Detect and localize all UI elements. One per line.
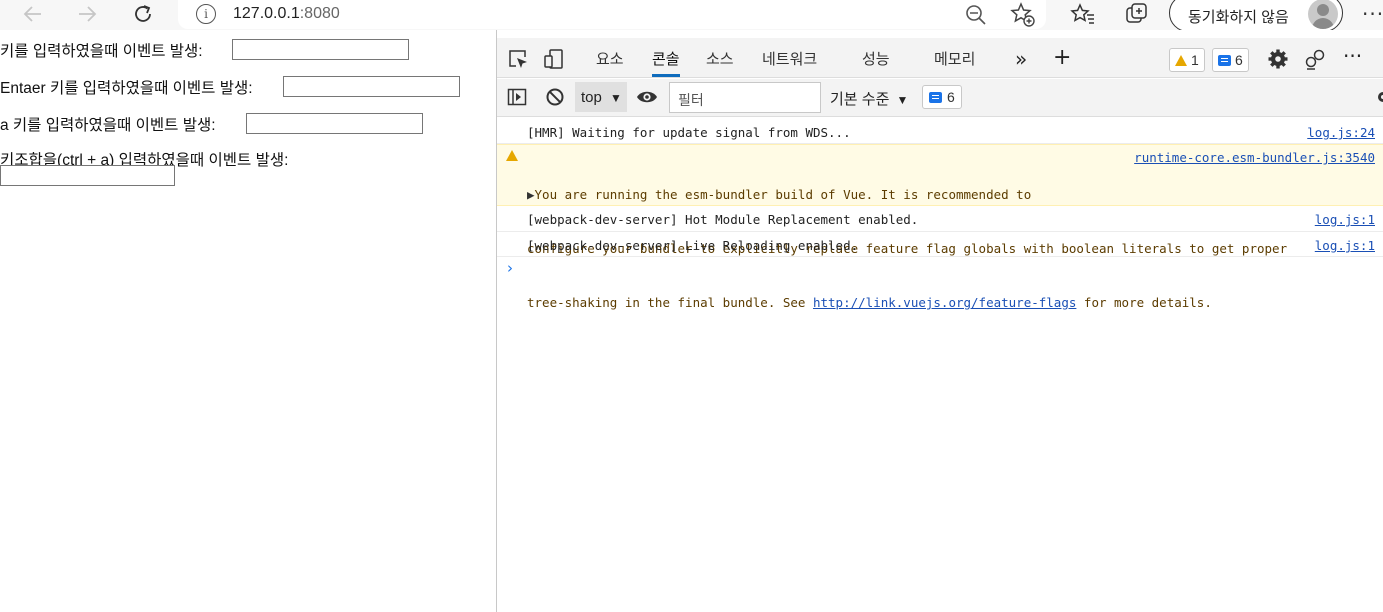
ctrl-a-input[interactable] — [0, 165, 175, 186]
devtools-more-icon[interactable]: ··· — [1343, 44, 1362, 68]
log-message: [webpack-dev-server] Live Reloading enab… — [527, 238, 859, 253]
inspect-element-icon[interactable] — [507, 48, 529, 74]
log-level-select[interactable]: 기본 수준 ▼ — [830, 88, 908, 109]
back-arrow-icon[interactable] — [18, 0, 48, 28]
live-expression-eye-icon[interactable] — [636, 87, 658, 111]
url-text[interactable]: 127.0.0.1:8080 — [233, 5, 340, 23]
log-message: [HMR] Waiting for update signal from WDS… — [527, 125, 851, 140]
active-tab-indicator — [652, 74, 680, 77]
site-info-icon[interactable]: i — [196, 4, 216, 24]
sync-label: 동기화하지 않음 — [1188, 9, 1289, 26]
message-badge[interactable]: 6 — [1212, 48, 1249, 72]
any-key-input[interactable] — [232, 39, 409, 60]
page-content: 키를 입력하였을때 이벤트 발생: Entaer 키를 입력하였을때 이벤트 발… — [0, 30, 496, 612]
message-count: 6 — [1235, 52, 1243, 68]
message-icon — [1218, 54, 1231, 66]
tab-network[interactable]: 네트워크 — [762, 48, 817, 69]
add-favorite-icon[interactable] — [1010, 2, 1035, 27]
warning-icon — [1175, 54, 1187, 66]
favorites-icon[interactable] — [1070, 2, 1094, 26]
zoom-out-icon[interactable] — [964, 3, 988, 27]
avatar — [1308, 0, 1338, 29]
dropdown-arrow-icon: ▼ — [610, 91, 622, 105]
issues-count: 6 — [947, 89, 955, 105]
enter-key-input[interactable] — [283, 76, 460, 97]
more-tabs-chevron-icon[interactable]: » — [1015, 47, 1027, 71]
console-prompt-chevron-icon[interactable]: › — [507, 259, 513, 277]
collections-icon[interactable] — [1124, 2, 1148, 26]
expand-triangle-icon[interactable]: ▶ — [527, 187, 535, 202]
console-toolbar: top ▼ 필터 기본 수준 ▼ 6 — [497, 79, 1383, 117]
feature-flags-link[interactable]: http://link.vuejs.org/feature-flags — [813, 295, 1076, 310]
device-toolbar-icon[interactable] — [543, 48, 565, 74]
warning-line-3-pre: tree-shaking in the final bundle. See — [527, 295, 813, 310]
forward-arrow-icon[interactable] — [72, 0, 102, 28]
log-source-link[interactable]: log.js:24 — [1307, 125, 1375, 140]
warning-line-3-post: for more details. — [1076, 295, 1212, 310]
warning-line-1: You are running the esm-bundler build of… — [534, 187, 1032, 202]
context-select[interactable]: top ▼ — [575, 82, 627, 112]
browser-toolbar: i 127.0.0.1:8080 동기화하지 않음 ··· — [0, 0, 1383, 32]
console-warning-row: ▶You are running the esm-bundler build o… — [497, 144, 1383, 310]
console-log-row: [HMR] Waiting for update signal from WDS… — [497, 118, 1383, 144]
devtools-tab-bar: 요소 콘솔 소스 네트워크 성능 메모리 » + 1 6 ··· — [497, 38, 1383, 78]
tab-console[interactable]: 콘솔 — [652, 48, 680, 69]
warning-source-link[interactable]: runtime-core.esm-bundler.js:3540 — [1134, 150, 1375, 165]
log-level-value: 기본 수준 — [830, 91, 890, 108]
row-label-enter-key: Entaer 키를 입력하였을때 이벤트 발생: — [0, 80, 253, 97]
tab-elements[interactable]: 요소 — [596, 48, 624, 69]
level-dropdown-arrow-icon: ▼ — [896, 93, 909, 107]
sidebar-toggle-icon[interactable] — [507, 87, 527, 111]
issues-message-icon — [929, 91, 942, 103]
add-tab-plus-icon[interactable]: + — [1053, 45, 1071, 70]
row-label-a-key: a 키를 입력하였을때 이벤트 발생: — [0, 117, 216, 134]
warning-badge[interactable]: 1 — [1169, 48, 1205, 72]
log-source-link[interactable]: log.js:1 — [1315, 238, 1375, 253]
console-filter-input[interactable]: 필터 — [669, 82, 821, 113]
devtools-panel: 요소 콘솔 소스 네트워크 성능 메모리 » + 1 6 ··· top ▼ 필… — [497, 30, 1383, 612]
reload-icon[interactable] — [128, 0, 158, 28]
log-message: [webpack-dev-server] Hot Module Replacem… — [527, 212, 919, 227]
row-label-any-key: 키를 입력하였을때 이벤트 발생: — [0, 43, 203, 60]
tab-memory[interactable]: 메모리 — [934, 48, 975, 69]
url-port: :8080 — [299, 5, 340, 22]
url-host: 127.0.0.1 — [233, 5, 300, 22]
context-value: top — [581, 89, 602, 106]
browser-more-icon[interactable]: ··· — [1362, 2, 1383, 26]
issues-badge[interactable]: 6 — [922, 85, 962, 109]
filter-placeholder: 필터 — [678, 92, 704, 108]
gear-icon[interactable] — [1267, 48, 1289, 74]
console-settings-gear-icon[interactable] — [1375, 87, 1383, 111]
address-bar[interactable]: i 127.0.0.1:8080 — [178, 0, 1046, 29]
warning-icon — [506, 150, 518, 161]
console-log-row: [webpack-dev-server] Live Reloading enab… — [497, 232, 1383, 257]
console-log-row: [webpack-dev-server] Hot Module Replacem… — [497, 206, 1383, 232]
tab-performance[interactable]: 성능 — [862, 48, 890, 69]
log-source-link[interactable]: log.js:1 — [1315, 212, 1375, 227]
a-key-input[interactable] — [246, 113, 423, 134]
clear-console-icon[interactable] — [545, 87, 565, 111]
profile-sync-button[interactable]: 동기화하지 않음 — [1169, 0, 1343, 32]
tab-sources[interactable]: 소스 — [706, 48, 734, 69]
customize-icon[interactable] — [1304, 48, 1326, 74]
warning-count: 1 — [1191, 52, 1199, 68]
